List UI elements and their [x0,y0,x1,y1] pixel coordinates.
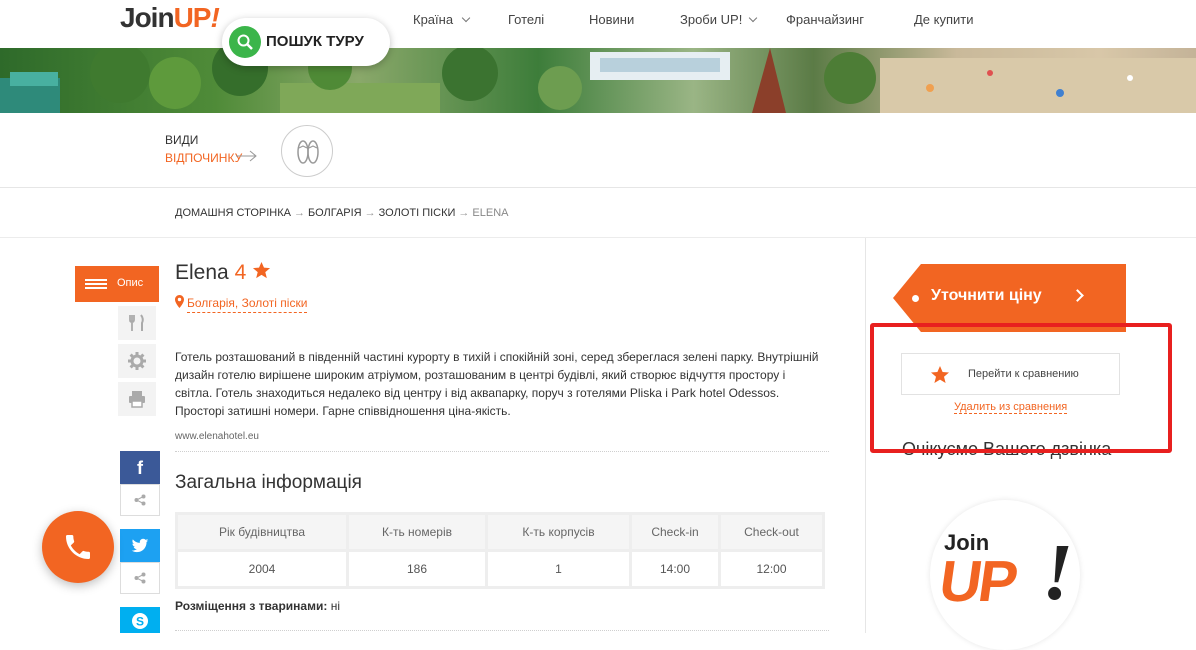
table-cell: 2004 [175,549,349,589]
breadcrumb-separator: → [458,207,470,219]
column-divider [865,238,866,633]
table-header-cell: Рік будівництва [175,512,349,552]
divider [175,630,829,631]
table-cell: 1 [485,549,632,589]
nav-item-label: Де купити [914,12,974,27]
site-header: JoinUP! Країна Готелі Новини Зроби UP! Ф… [0,0,1196,48]
chevron-right-icon [1071,289,1084,302]
nav-item-label: Зроби UP! [680,12,743,27]
tab-print[interactable] [118,382,156,416]
logo-up-text: UP [935,549,1020,614]
phone-icon [66,535,90,559]
banner-scenery [0,48,1196,113]
resort-banner-image [0,48,1196,113]
star-icon [253,261,271,279]
hotel-description: Готель розташований в південній частині … [175,350,819,418]
breadcrumb-separator: → [293,207,305,219]
share-icon [134,572,146,584]
hotel-website-link[interactable]: www.elenahotel.eu [175,431,259,442]
share-button[interactable] [120,484,160,516]
breadcrumb: ДОМАШНЯ СТОРІНКА → БОЛГАРІЯ → ЗОЛОТІ ПІСКИ → E… [175,207,509,219]
search-icon [229,26,261,58]
search-tour-button[interactable]: ПОШУК ТУРУ [222,18,390,66]
svg-text:S: S [136,615,144,629]
arrow-right-icon [236,150,257,162]
hotel-stars: 4 [234,261,247,284]
bullet-dot-icon [912,295,919,302]
table-header-cell: К-ть корпусів [485,512,632,552]
share-icon [134,494,146,506]
tab-description[interactable]: Опис [75,266,159,302]
breadcrumb-bulgaria[interactable]: БОЛГАРІЯ [308,207,362,219]
check-price-label: Уточнити ціну [931,287,1042,304]
highlight-box [870,323,1172,453]
nav-item-make-up[interactable]: Зроби UP! [680,12,758,27]
table-cell: 12:00 [718,549,825,589]
twitter-icon [131,538,149,553]
table-cell: 14:00 [629,549,721,589]
nav-item-hotels[interactable]: Готелі [508,12,544,27]
menu-lines-icon [85,279,107,289]
search-tour-label: ПОШУК ТУРУ [266,33,364,50]
logo-excl-text: ! [210,2,219,33]
divider [0,237,1196,238]
nav-item-label: Країна [413,12,454,27]
logo-up-text: UP [173,2,212,33]
facebook-icon: f [137,458,143,478]
nav-item-country[interactable]: Країна [413,12,471,27]
chevron-down-icon [461,13,471,23]
skype-icon: S [132,613,148,629]
nav-item-label: Готелі [508,12,545,27]
gear-icon [128,352,146,370]
nav-item-franchising[interactable]: Франчайзинг [786,12,864,27]
breadcrumb-current: ELENA [472,207,509,219]
breadcrumb-golden-sands[interactable]: ЗОЛОТІ ПІСКИ [379,207,456,219]
nav-item-where-to-buy[interactable]: Де купити [914,12,974,27]
facebook-button[interactable]: f [120,451,160,485]
site-logo[interactable]: JoinUP! [120,2,220,34]
nav-item-news[interactable]: Новини [589,12,634,27]
call-back-button[interactable] [42,511,114,583]
twitter-button[interactable] [120,529,160,563]
printer-icon [129,391,145,408]
tab-restaurants[interactable] [118,306,156,340]
chevron-down-icon [749,13,758,23]
table-cell: 186 [346,549,488,589]
breadcrumb-separator: → [364,207,376,219]
check-price-button[interactable]: Уточнити ціну [893,264,1126,332]
tab-services[interactable] [118,344,156,378]
table-row: 2004 186 1 14:00 12:00 [175,549,825,589]
pets-value: ні [330,599,340,613]
hotel-location-text: Болгарія, Золоті піски [187,296,308,313]
hotel-title: Elena 4 [175,261,271,285]
divider [175,451,829,452]
logo-excl-text: ! [1042,529,1074,617]
vacation-types-sublabel[interactable]: ВІДПОЧИНКУ [165,151,242,165]
general-info-title: Загальна інформація [175,472,362,493]
vacation-types-label: ВИДИ [165,133,199,147]
nav-item-label: Франчайзинг [786,12,864,27]
hotel-name: Elena [175,261,229,284]
table-header-row: Рік будівництва К-ть номерів К-ть корпус… [175,512,825,552]
breadcrumb-home[interactable]: ДОМАШНЯ СТОРІНКА [175,207,291,219]
general-info-table: Рік будівництва К-ть номерів К-ть корпус… [175,512,825,589]
pets-info: Розміщення з тваринами: ні [175,599,340,613]
hotel-location[interactable]: Болгарія, Золоті піски [175,295,308,313]
location-pin-icon [175,295,184,308]
fork-knife-icon [129,314,144,331]
pets-label: Розміщення з тваринами: [175,599,328,613]
table-header-cell: Check-in [629,512,721,552]
tab-description-label: Опис [117,277,144,289]
table-header-cell: Check-out [718,512,825,552]
nav-item-label: Новини [589,12,635,27]
share-button[interactable] [120,562,160,594]
skype-button[interactable]: S [120,607,160,633]
joinup-logo: Join UP ! [930,500,1080,650]
logo-join-text: Join [120,2,175,33]
flip-flops-icon[interactable] [281,125,333,177]
table-header-cell: К-ть номерів [346,512,488,552]
